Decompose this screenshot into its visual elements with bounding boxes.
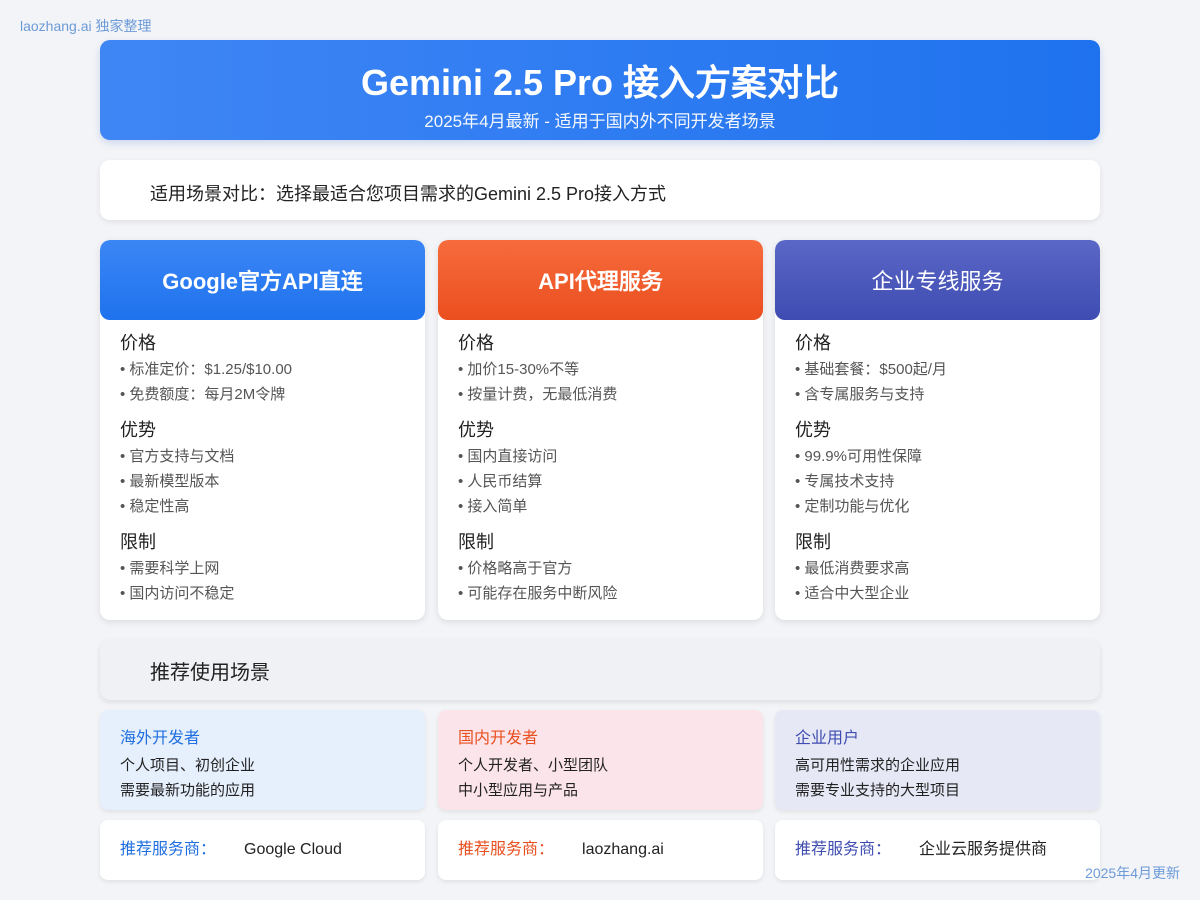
provider-box-enterprise-cloud: 推荐服务商： 企业云服务提供商 [775,820,1100,880]
recommend-bar: 推荐使用场景 [100,640,1100,700]
pros-item: 接入简单 [458,494,743,519]
price-title: 价格 [458,333,494,353]
cons-section: 限制 最低消费要求高 适合中大型企业 [795,531,1080,606]
user-box-overseas: 海外开发者 个人项目、初创企业 需要最新功能的应用 [100,710,425,810]
pros-item: 99.9%可用性保障 [795,444,1080,469]
card-google-official: Google官方API直连 价格 标准定价：$1.25/$10.00 免费额度：… [100,240,425,620]
pros-section: 优势 99.9%可用性保障 专属技术支持 定制功能与优化 [795,419,1080,519]
provider-label: 推荐服务商： [458,841,555,858]
user-title: 海外开发者 [120,730,201,747]
scenario-text: 适用场景对比：选择最适合您项目需求的Gemini 2.5 Pro接入方式 [150,184,667,204]
pros-title: 优势 [120,420,156,440]
pros-item: 定制功能与优化 [795,494,1080,519]
provider-label: 推荐服务商： [120,841,217,858]
pros-item: 专属技术支持 [795,469,1080,494]
pros-section: 优势 官方支持与文档 最新模型版本 稳定性高 [120,419,405,519]
price-title: 价格 [120,333,156,353]
pros-item: 官方支持与文档 [120,444,405,469]
price-item: 按量计费，无最低消费 [458,382,743,407]
pros-item: 人民币结算 [458,469,743,494]
user-line: 高可用性需求的企业应用 [795,757,961,774]
user-line: 中小型应用与产品 [458,782,579,799]
price-item: 含专属服务与支持 [795,382,1080,407]
user-title: 国内开发者 [458,730,539,747]
price-item: 基础套餐：$500起/月 [795,357,1080,382]
cons-item: 需要科学上网 [120,556,405,581]
price-item: 标准定价：$1.25/$10.00 [120,357,405,382]
pros-section: 优势 国内直接访问 人民币结算 接入简单 [458,419,743,519]
user-title: 企业用户 [795,730,860,747]
provider-label: 推荐服务商： [795,841,892,858]
provider-name: laozhang.ai [582,841,664,858]
recommend-title: 推荐使用场景 [150,662,270,684]
card-title: 企业专线服务 [775,240,1100,320]
cons-section: 限制 需要科学上网 国内访问不稳定 [120,531,405,606]
price-section: 价格 加价15-30%不等 按量计费，无最低消费 [458,332,743,407]
price-section: 价格 基础套餐：$500起/月 含专属服务与支持 [795,332,1080,407]
card-api-proxy: API代理服务 价格 加价15-30%不等 按量计费，无最低消费 优势 国内直接… [438,240,763,620]
user-line: 需要最新功能的应用 [120,782,256,799]
page-subtitle: 2025年4月最新 - 适用于国内外不同开发者场景 [424,112,776,131]
pros-item: 最新模型版本 [120,469,405,494]
watermark-top: laozhang.ai 独家整理 [20,18,152,34]
cons-item: 国内访问不稳定 [120,581,405,606]
cons-item: 最低消费要求高 [795,556,1080,581]
provider-name: 企业云服务提供商 [919,841,1048,858]
price-title: 价格 [795,333,831,353]
cons-item: 可能存在服务中断风险 [458,581,743,606]
scenario-bar: 适用场景对比：选择最适合您项目需求的Gemini 2.5 Pro接入方式 [100,160,1100,220]
price-item: 免费额度：每月2M令牌 [120,382,405,407]
pros-item: 稳定性高 [120,494,405,519]
pros-item: 国内直接访问 [458,444,743,469]
pros-title: 优势 [458,420,494,440]
user-line: 个人开发者、小型团队 [458,757,609,774]
page-title: Gemini 2.5 Pro 接入方案对比 [360,62,840,103]
card-title: API代理服务 [438,240,763,320]
cons-title: 限制 [795,532,831,552]
header-banner: Gemini 2.5 Pro 接入方案对比 2025年4月最新 - 适用于国内外… [100,40,1100,140]
watermark-bottom: 2025年4月更新 [1085,865,1180,881]
pros-title: 优势 [795,420,831,440]
cons-title: 限制 [120,532,156,552]
cons-item: 适合中大型企业 [795,581,1080,606]
card-title: Google官方API直连 [100,240,425,320]
cons-item: 价格略高于官方 [458,556,743,581]
card-enterprise-line: 企业专线服务 价格 基础套餐：$500起/月 含专属服务与支持 优势 99.9%… [775,240,1100,620]
user-box-enterprise: 企业用户 高可用性需求的企业应用 需要专业支持的大型项目 [775,710,1100,810]
cons-title: 限制 [458,532,494,552]
user-line: 需要专业支持的大型项目 [795,782,961,799]
user-line: 个人项目、初创企业 [120,757,256,774]
price-item: 加价15-30%不等 [458,357,743,382]
provider-box-google: 推荐服务商： Google Cloud [100,820,425,880]
cons-section: 限制 价格略高于官方 可能存在服务中断风险 [458,531,743,606]
price-section: 价格 标准定价：$1.25/$10.00 免费额度：每月2M令牌 [120,332,405,407]
page: laozhang.ai 独家整理 Gemini 2.5 Pro 接入方案对比 2… [0,0,1200,900]
user-box-domestic: 国内开发者 个人开发者、小型团队 中小型应用与产品 [438,710,763,810]
provider-box-laozhang: 推荐服务商： laozhang.ai [438,820,763,880]
provider-name: Google Cloud [244,841,342,858]
